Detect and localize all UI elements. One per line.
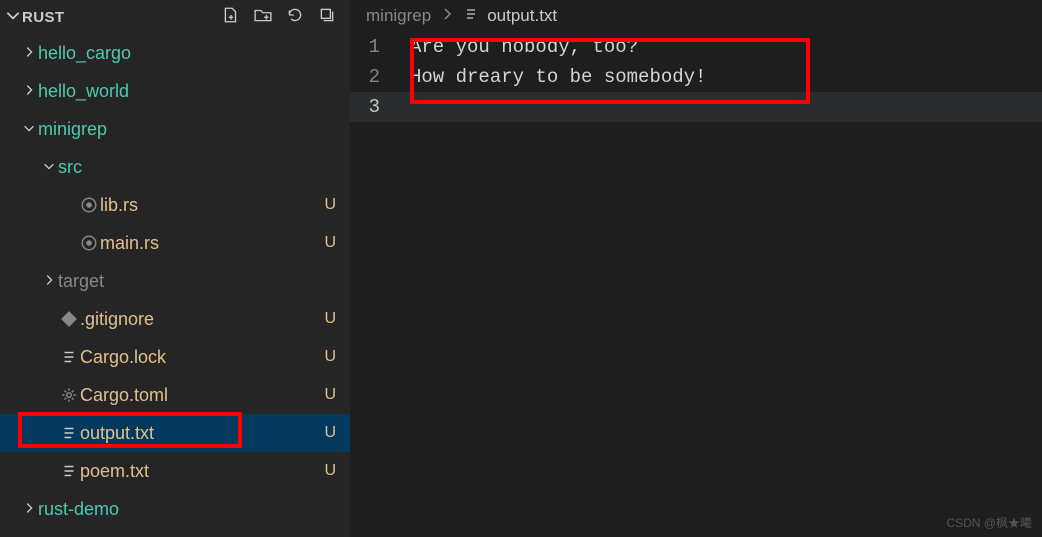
tree-item-label: hello_world (38, 81, 318, 102)
tree-item-lib-rs[interactable]: lib.rsU (0, 186, 350, 224)
line-text: How dreary to be somebody! (410, 62, 706, 92)
code-line[interactable]: 2How dreary to be somebody! (350, 62, 1042, 92)
tree-item-hello_world[interactable]: hello_world (0, 72, 350, 110)
chevron-right-icon (20, 83, 38, 100)
tree-item--gitignore[interactable]: .gitignoreU (0, 300, 350, 338)
line-number: 2 (350, 62, 410, 92)
gear-icon (58, 386, 80, 404)
tree-item-label: minigrep (38, 119, 318, 140)
file-icon (463, 6, 479, 27)
tree-item-hello_cargo[interactable]: hello_cargo (0, 34, 350, 72)
watermark: CSDN @枫★曦 (946, 514, 1032, 531)
tree-item-main-rs[interactable]: main.rsU (0, 224, 350, 262)
tree-item-label: rust-demo (38, 499, 318, 520)
rust-icon (78, 234, 100, 252)
chevron-down-icon (40, 159, 58, 176)
line-text: Are you nobody, too? (410, 32, 638, 62)
sidebar-title: RUST (22, 9, 222, 26)
tree-item-src[interactable]: src (0, 148, 350, 186)
tree-item-label: lib.rs (100, 195, 318, 216)
git-status: U (318, 424, 336, 442)
tree-item-label: src (58, 157, 318, 178)
tree-item-label: poem.txt (80, 461, 318, 482)
tree-item-minigrep[interactable]: minigrep (0, 110, 350, 148)
tree-item-Cargo-lock[interactable]: Cargo.lockU (0, 338, 350, 376)
file-explorer-sidebar: RUST hello_cargo hello_world minigrep src li… (0, 0, 350, 537)
code-line[interactable]: 1Are you nobody, too? (350, 32, 1042, 62)
breadcrumb[interactable]: minigrep output.txt (350, 0, 1042, 32)
git-status: U (318, 462, 336, 480)
git-status: U (318, 310, 336, 328)
tree-item-rust-demo[interactable]: rust-demo (0, 490, 350, 528)
git-status: U (318, 196, 336, 214)
chevron-right-icon (20, 501, 38, 518)
collapse-all-icon[interactable] (318, 6, 336, 29)
chevron-right-icon (40, 273, 58, 290)
editor-pane: minigrep output.txt 1Are you nobody, too… (350, 0, 1042, 537)
refresh-icon[interactable] (286, 6, 304, 29)
git-status: U (318, 348, 336, 366)
chevron-right-icon (439, 6, 455, 27)
file-tree: hello_cargohello_worldminigrepsrclib.rsU… (0, 34, 350, 537)
chevron-right-icon (20, 45, 38, 62)
line-number: 3 (350, 92, 410, 122)
git-status: U (318, 234, 336, 252)
tree-item-label: target (58, 271, 318, 292)
sidebar-actions (222, 6, 342, 29)
tree-item-label: Cargo.lock (80, 347, 318, 368)
new-folder-icon[interactable] (254, 6, 272, 29)
breadcrumb-file[interactable]: output.txt (487, 6, 557, 26)
chevron-down-icon (20, 121, 38, 138)
tree-item-label: main.rs (100, 233, 318, 254)
tree-item-poem-txt[interactable]: poem.txtU (0, 452, 350, 490)
file-icon (58, 462, 80, 480)
chevron-down-icon (4, 6, 22, 29)
tree-item-target[interactable]: target (0, 262, 350, 300)
sidebar-header[interactable]: RUST (0, 0, 350, 34)
line-number: 1 (350, 32, 410, 62)
tree-item-label: .gitignore (80, 309, 318, 330)
code-line[interactable]: 3 (350, 92, 1042, 122)
code-area[interactable]: 1Are you nobody, too?2How dreary to be s… (350, 32, 1042, 537)
file-icon (58, 348, 80, 366)
tree-item-Cargo-toml[interactable]: Cargo.tomlU (0, 376, 350, 414)
tree-item-label: hello_cargo (38, 43, 318, 64)
tree-item-output-txt[interactable]: output.txtU (0, 414, 350, 452)
tree-item-label: output.txt (80, 423, 318, 444)
breadcrumb-folder[interactable]: minigrep (366, 6, 431, 26)
rust-icon (78, 196, 100, 214)
tree-item-label: Cargo.toml (80, 385, 318, 406)
new-file-icon[interactable] (222, 6, 240, 29)
file-icon (58, 424, 80, 442)
git-status: U (318, 386, 336, 404)
gitignore-icon (58, 310, 80, 328)
